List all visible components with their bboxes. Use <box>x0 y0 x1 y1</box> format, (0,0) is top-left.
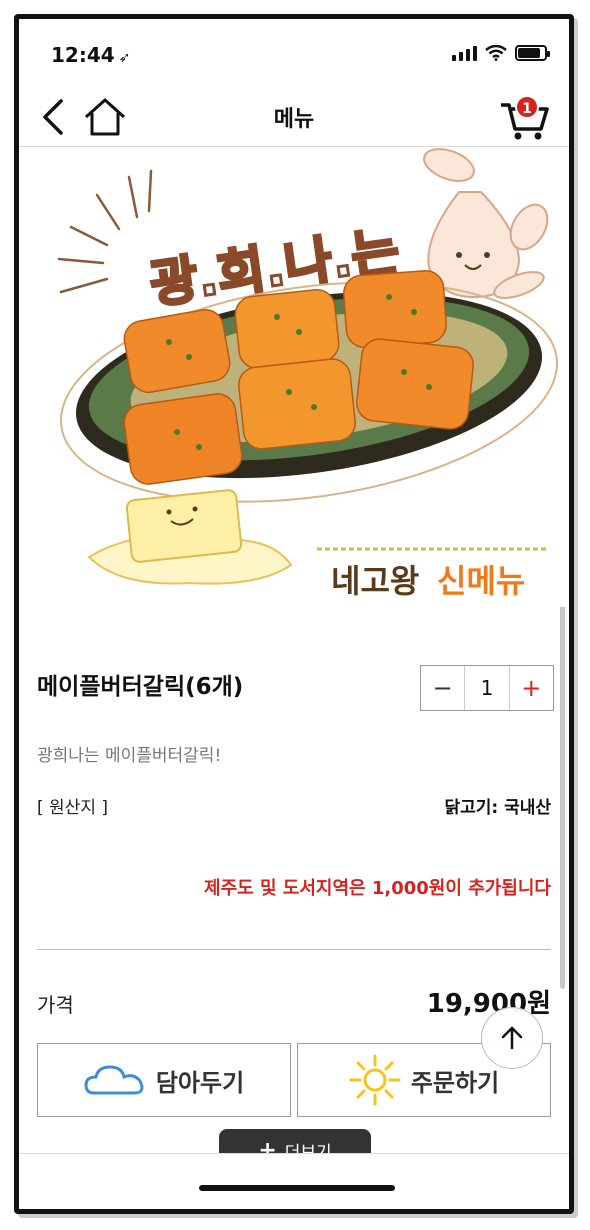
quantity-value[interactable]: 1 <box>465 666 510 710</box>
scroll-to-top-button[interactable] <box>481 1007 543 1069</box>
quantity-stepper: − 1 + <box>420 665 554 711</box>
battery-icon <box>515 45 550 61</box>
home-indicator[interactable] <box>199 1185 395 1191</box>
battery-level <box>518 48 541 58</box>
cloud-icon <box>84 1065 144 1095</box>
product-content: 광.희.나.는 네고왕 신메뉴 메이플버터갈릭(6개) − 1 + 광희나는 메… <box>19 147 569 1173</box>
status-icons <box>452 45 550 61</box>
product-name: 메이플버터갈릭(6개) <box>37 674 244 700</box>
tag-text-1: 네고왕 <box>331 562 419 600</box>
home-icon[interactable] <box>81 95 129 139</box>
status-time: 12:44 ➶ <box>51 43 130 67</box>
status-bar: 12:44 ➶ <box>19 19 569 87</box>
cart-button[interactable]: 1 <box>499 93 551 143</box>
save-button-label: 담아두기 <box>155 1068 245 1097</box>
price-label: 가격 <box>37 993 74 1017</box>
save-button[interactable]: 담아두기 <box>37 1043 291 1117</box>
product-image: 광.희.나.는 네고왕 신메뉴 <box>19 147 569 611</box>
cellular-signal-icon <box>452 45 477 61</box>
product-description: 광희나는 메이플버터갈릭! <box>37 746 222 766</box>
location-arrow-icon: ➶ <box>118 50 131 66</box>
arrow-up-icon <box>501 1026 523 1050</box>
origin-value: 닭고기: 국내산 <box>444 798 551 818</box>
origin-label: [ 원산지 ] <box>37 798 108 818</box>
home-indicator-area <box>19 1153 569 1209</box>
new-menu-tag: 네고왕 신메뉴 <box>317 547 549 611</box>
tag-text-2: 신메뉴 <box>437 562 525 600</box>
shipping-notice: 제주도 및 도서지역은 1,000원이 추가됩니다 <box>204 878 551 899</box>
back-arrow-icon[interactable] <box>37 95 71 139</box>
increase-quantity-button[interactable]: + <box>510 666 553 710</box>
time-text: 12:44 <box>51 43 115 67</box>
decrease-quantity-button[interactable]: − <box>421 666 466 710</box>
divider <box>37 949 551 950</box>
cart-count-badge: 1 <box>515 95 539 119</box>
hero-illustration: 광.희.나.는 네고왕 신메뉴 <box>57 148 558 611</box>
butter-illustration <box>87 489 293 585</box>
action-buttons: 담아두기 주문하기 <box>37 1043 551 1117</box>
phone-frame: 12:44 ➶ 메뉴 1 광.희.나.는 네고왕 신메뉴 메이플버터갈릭(6개)… <box>14 14 574 1214</box>
order-button-label: 주문하기 <box>410 1068 500 1097</box>
sun-icon <box>349 1054 401 1106</box>
wifi-icon <box>485 45 507 61</box>
nav-bar: 메뉴 1 <box>19 87 569 147</box>
